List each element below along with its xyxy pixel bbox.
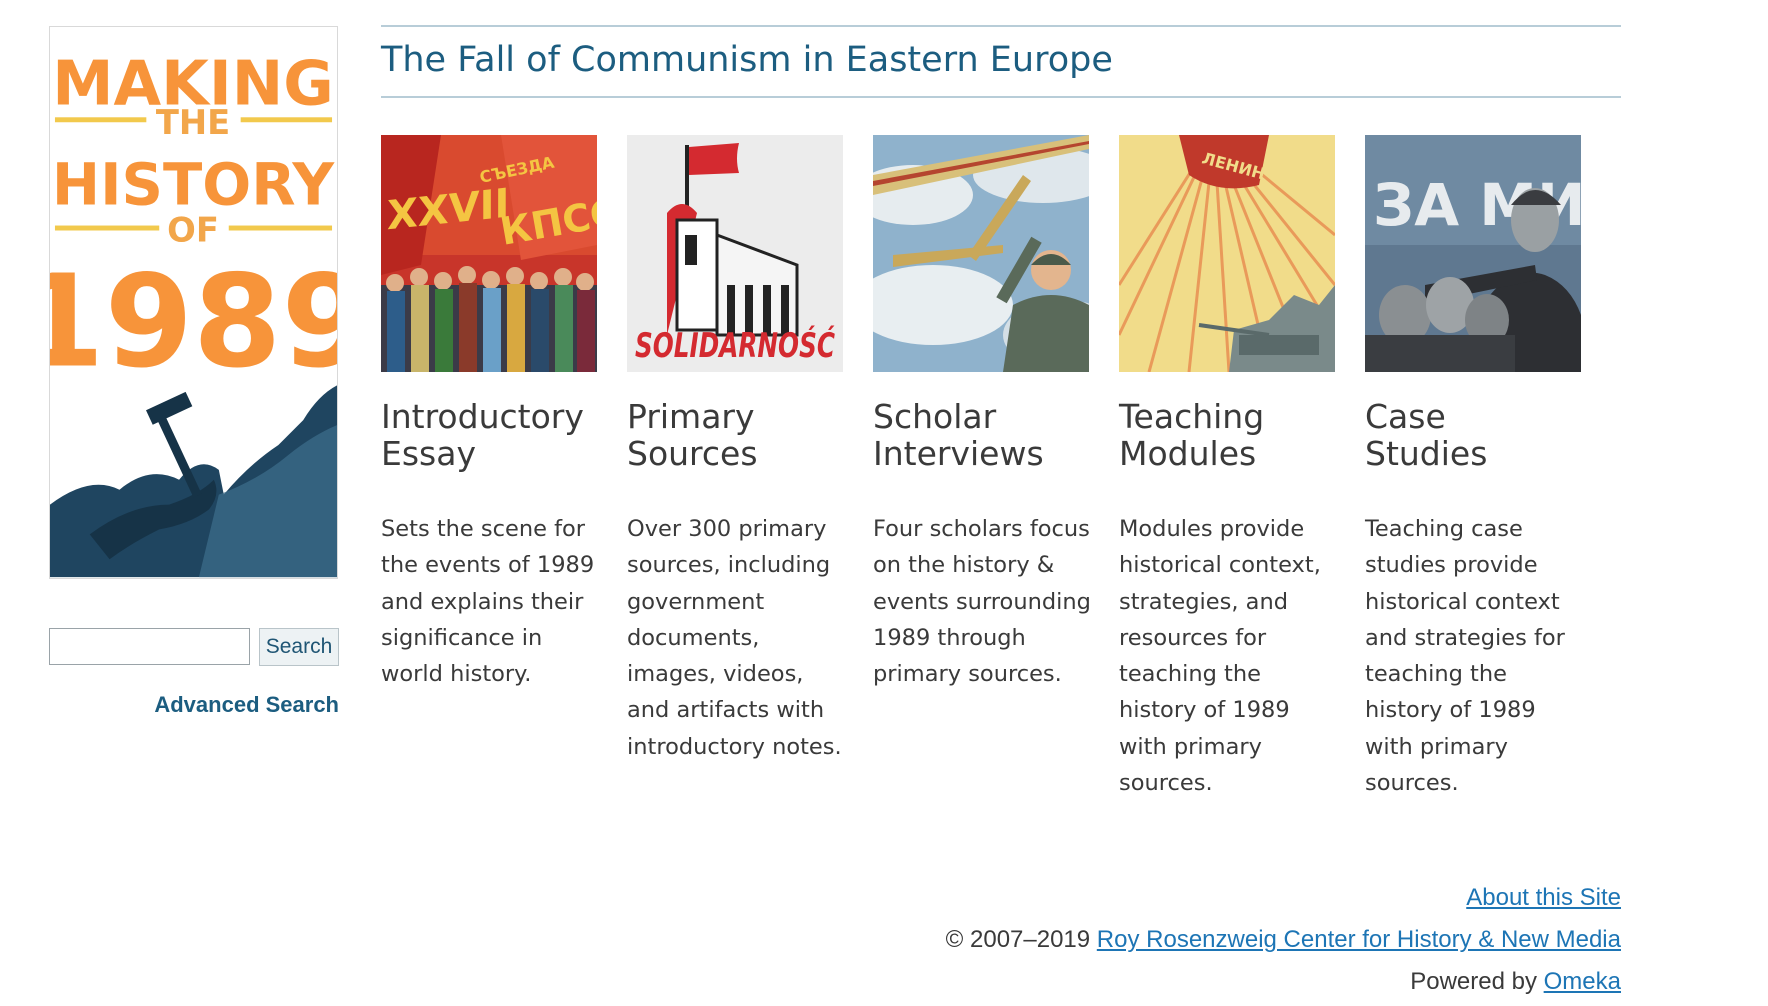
logo-line-year: 1989 xyxy=(50,248,337,396)
card-title[interactable]: Teaching Modules xyxy=(1119,398,1337,472)
card-title-line-2: Interviews xyxy=(873,434,1044,473)
card-title[interactable]: Scholar Interviews xyxy=(873,398,1091,472)
rrchnm-link[interactable]: Roy Rosenzweig Center for History & New … xyxy=(1097,926,1621,953)
card-title-line-2: Sources xyxy=(627,434,758,473)
logo-line-of: OF xyxy=(167,210,219,249)
card-title-line-2: Essay xyxy=(381,434,476,473)
card-primary-sources[interactable]: SOLIDARNOŚĆ Primary Sources Over 300 pri… xyxy=(627,135,845,765)
primary-sources-image[interactable]: SOLIDARNOŚĆ xyxy=(627,135,843,372)
card-description: Teaching case studies provide historical… xyxy=(1365,516,1565,797)
copyright-text: © 2007–2019 xyxy=(945,926,1091,953)
card-title-line-1: Case xyxy=(1365,397,1446,436)
card-description: Sets the scene for the events of 1989 an… xyxy=(381,516,595,688)
flag-shape xyxy=(689,143,739,175)
card-description: Four scholars focus on the history & eve… xyxy=(873,516,1091,688)
logo-graphic: MAKING THE HISTORY OF 1989 xyxy=(50,27,337,578)
card-title-line-1: Scholar xyxy=(873,397,997,436)
page-title: The Fall of Communism in Eastern Europe xyxy=(381,40,1113,80)
title-bottom-divider xyxy=(381,96,1621,98)
card-title-line-2: Studies xyxy=(1365,434,1488,473)
site-logo[interactable]: MAKING THE HISTORY OF 1989 xyxy=(49,26,338,579)
powered-by-text: Powered by xyxy=(1410,968,1537,995)
search-input[interactable] xyxy=(49,628,250,665)
card-scholar-interviews[interactable]: Scholar Interviews Four scholars focus o… xyxy=(873,135,1091,692)
card-title[interactable]: Introductory Essay xyxy=(381,398,599,472)
footer-about: About this Site xyxy=(1466,884,1621,912)
solidarnosc-logo-text: SOLIDARNOŚĆ xyxy=(635,325,835,366)
advanced-search-link[interactable]: Advanced Search xyxy=(100,692,339,718)
logo-line-history: HISTORY xyxy=(52,152,335,219)
footer-powered-by: Powered by Omeka xyxy=(1410,968,1621,996)
title-top-divider xyxy=(381,25,1621,27)
card-title-line-1: Primary xyxy=(627,397,755,436)
teaching-modules-image[interactable]: ЛЕНИН xyxy=(1119,135,1335,372)
scholar-interviews-image[interactable] xyxy=(873,135,1089,372)
case-studies-image[interactable]: ЗА МИ xyxy=(1365,135,1581,372)
card-title-line-2: Modules xyxy=(1119,434,1257,473)
card-teaching-modules[interactable]: ЛЕНИН Teaching Modules Modules provide h… xyxy=(1119,135,1337,801)
card-title[interactable]: Case Studies xyxy=(1365,398,1583,472)
omeka-link[interactable]: Omeka xyxy=(1544,968,1621,995)
introductory-essay-image[interactable]: XXVII СЪЕЗДА КПСС xyxy=(381,135,597,372)
card-title-line-1: Introductory xyxy=(381,397,584,436)
footer-copyright: © 2007–2019 Roy Rosenzweig Center for Hi… xyxy=(946,926,1621,954)
card-description: Over 300 primary sources, including gove… xyxy=(627,516,842,760)
logo-line-the: THE xyxy=(156,103,230,142)
crowd-figures xyxy=(381,266,597,372)
card-introductory-essay[interactable]: XXVII СЪЕЗДА КПСС Introductory Essay Set… xyxy=(381,135,599,692)
card-description: Modules provide historical context, stra… xyxy=(1119,516,1321,797)
card-title[interactable]: Primary Sources xyxy=(627,398,845,472)
card-case-studies[interactable]: ЗА МИ Case Studies Teaching case studies… xyxy=(1365,135,1583,801)
search-button[interactable]: Search xyxy=(259,628,339,666)
card-title-line-1: Teaching xyxy=(1119,397,1265,436)
about-site-link[interactable]: About this Site xyxy=(1466,884,1621,911)
